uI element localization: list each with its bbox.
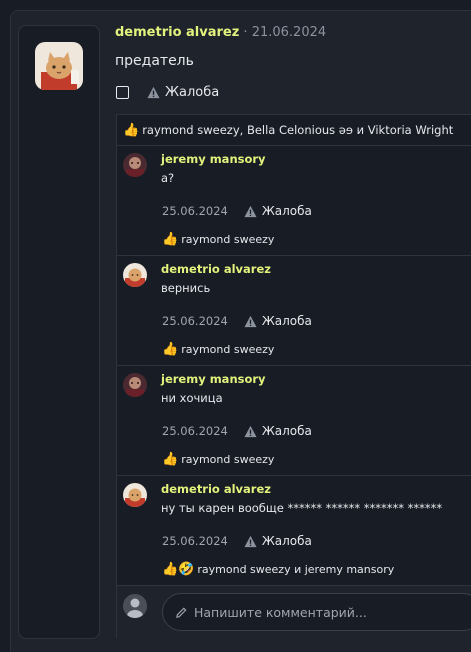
commenter-avatar[interactable] <box>123 263 147 287</box>
comment-reactors: raymond sweezy и jeremy mansory <box>197 563 395 576</box>
comment-item: jeremy mansory ни хочица 25.06.2024 Жало… <box>117 366 471 476</box>
current-user-avatar[interactable] <box>123 594 147 618</box>
report-button[interactable]: Жалоба <box>244 424 312 438</box>
comment-meta: 25.06.2024 Жалоба <box>162 314 312 328</box>
comment-date: 25.06.2024 <box>162 314 228 328</box>
comment-reactions[interactable]: 👍 raymond sweezy <box>162 342 274 357</box>
comment-author[interactable]: demetrio alvarez <box>161 262 271 276</box>
comment-input[interactable]: Напишите комментарий... <box>162 593 471 631</box>
comment-text: ну ты карен вообще ****** ****** *******… <box>161 501 443 515</box>
comment-meta: 25.06.2024 Жалоба <box>162 424 312 438</box>
select-checkbox[interactable] <box>116 85 129 99</box>
warning-triangle-icon <box>244 205 257 217</box>
post-actions: Жалоба <box>115 82 219 102</box>
pencil-icon <box>176 607 187 618</box>
post-reactors: raymond sweezy, Bella Celonious əɘ и Vik… <box>142 123 454 137</box>
comment-author[interactable]: jeremy mansory <box>161 372 266 386</box>
report-button[interactable]: Жалоба <box>244 534 312 548</box>
comment-meta: 25.06.2024 Жалоба <box>162 204 312 218</box>
thumbs-up-icon: 👍 <box>162 232 179 247</box>
comment-date: 25.06.2024 <box>162 534 228 548</box>
warning-triangle-icon <box>244 535 257 547</box>
author-avatar[interactable] <box>35 42 83 90</box>
post-reactions[interactable]: 👍 raymond sweezy, Bella Celonious əɘ и V… <box>116 114 471 146</box>
thumbs-up-icon: 👍 <box>123 122 140 138</box>
comment-date: 25.06.2024 <box>162 424 228 438</box>
comment-reactors: raymond sweezy <box>181 343 275 356</box>
comment-text: вернись <box>161 281 211 295</box>
comment-reactions[interactable]: 👍🤣 raymond sweezy и jeremy mansory <box>162 562 394 577</box>
author-panel <box>18 25 100 639</box>
comment-author[interactable]: jeremy mansory <box>161 152 266 166</box>
comment-meta: 25.06.2024 Жалоба <box>162 534 312 548</box>
comment-reactions[interactable]: 👍 raymond sweezy <box>162 232 274 247</box>
report-button[interactable]: Жалоба <box>244 204 312 218</box>
post-header: demetrio alvarez · 21.06.2024 <box>115 25 326 40</box>
comment-reactions[interactable]: 👍 raymond sweezy <box>162 452 274 467</box>
warning-triangle-icon <box>244 425 257 437</box>
warning-triangle-icon <box>244 315 257 327</box>
report-label: Жалоба <box>261 424 312 438</box>
report-label: Жалоба <box>165 84 220 100</box>
comment-text: ни хочица <box>161 391 223 405</box>
comment-author[interactable]: demetrio alvarez <box>161 482 271 496</box>
comment-item: demetrio alvarez вернись 25.06.2024 Жало… <box>117 256 471 366</box>
comment-item: demetrio alvarez ну ты карен вообще ****… <box>117 476 471 586</box>
report-label: Жалоба <box>261 314 312 328</box>
comment-compose-row: Напишите комментарий... <box>116 586 471 638</box>
comments-list: jeremy mansory а? 25.06.2024 Жалоба 👍 ra… <box>116 146 471 586</box>
commenter-avatar[interactable] <box>123 483 147 507</box>
report-label: Жалоба <box>261 534 312 548</box>
comment-text: а? <box>161 171 175 185</box>
thumbs-up-icon: 👍 <box>162 342 179 357</box>
comment-input-placeholder: Напишите комментарий... <box>194 604 367 620</box>
comment-reactors: raymond sweezy <box>181 453 275 466</box>
comment-reactors: raymond sweezy <box>181 233 275 246</box>
thumbs-up-icon: 👍 <box>162 452 179 467</box>
post-text: предатель <box>115 53 194 69</box>
reaction-emoji-icons: 👍🤣 <box>162 562 195 577</box>
date-separator: · <box>239 25 252 40</box>
report-button[interactable]: Жалоба <box>244 314 312 328</box>
comment-item: jeremy mansory а? 25.06.2024 Жалоба 👍 ra… <box>117 146 471 256</box>
post-author[interactable]: demetrio alvarez <box>115 25 239 40</box>
comment-date: 25.06.2024 <box>162 204 228 218</box>
commenter-avatar[interactable] <box>123 153 147 177</box>
post-date: 21.06.2024 <box>251 25 327 40</box>
report-label: Жалоба <box>261 204 312 218</box>
warning-triangle-icon <box>147 86 160 98</box>
report-button[interactable]: Жалоба <box>147 85 219 100</box>
commenter-avatar[interactable] <box>123 373 147 397</box>
